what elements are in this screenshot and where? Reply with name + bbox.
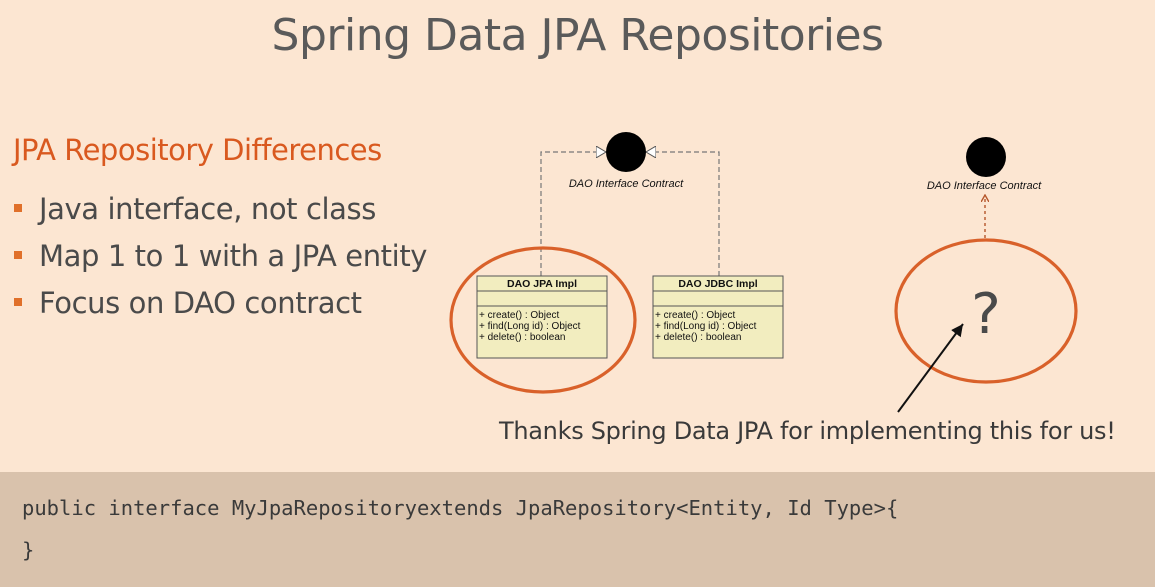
uml-diagram: DAO Interface Contract DAO JPA Impl + cr… — [449, 132, 1078, 413]
method-row: + find(Long id) : Object — [655, 321, 757, 332]
realization-line-jpa — [540, 152, 606, 276]
code-line: } — [22, 538, 35, 562]
code-snippet: public interface MyJpaRepositoryextends … — [0, 472, 1155, 587]
unknown-implementation-symbol: ? — [971, 282, 1001, 347]
method-row: + delete() : boolean — [655, 332, 741, 343]
interface-label-right: DAO Interface Contract — [927, 180, 1042, 192]
method-row: + find(Long id) : Object — [479, 321, 581, 332]
realization-line-jdbc — [646, 152, 720, 276]
interface-label-left: DAO Interface Contract — [569, 178, 684, 190]
interface-lollipop-left — [606, 132, 646, 172]
class-name-jpa-impl: DAO JPA Impl — [507, 278, 577, 290]
method-row: + delete() : boolean — [479, 332, 565, 343]
method-row: + create() : Object — [655, 310, 736, 321]
method-row: + create() : Object — [479, 310, 560, 321]
class-name-jdbc-impl: DAO JDBC Impl — [678, 278, 757, 290]
caption-pointer-arrow — [897, 323, 964, 413]
class-box-jdbc-impl: DAO JDBC Impl + create() : Object + find… — [652, 275, 784, 359]
class-box-jpa-impl: DAO JPA Impl + create() : Object + find(… — [476, 275, 608, 359]
diagram-caption: Thanks Spring Data JPA for implementing … — [499, 417, 1116, 445]
interface-lollipop-right — [966, 137, 1006, 177]
code-line: public interface MyJpaRepositoryextends … — [22, 496, 899, 520]
